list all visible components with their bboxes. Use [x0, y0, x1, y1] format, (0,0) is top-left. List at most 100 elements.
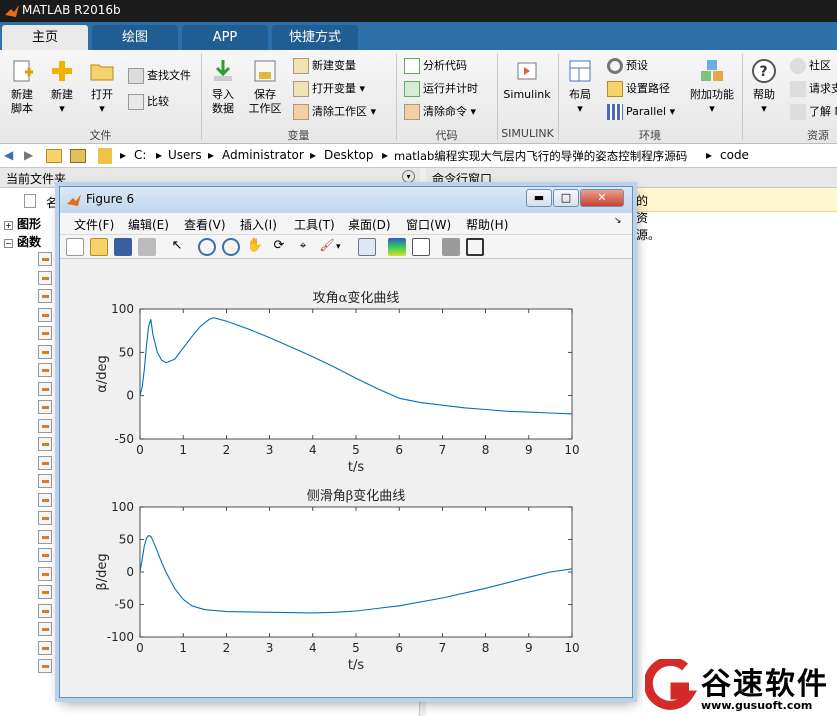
menu-help[interactable]: 帮助(H)	[466, 216, 508, 233]
y-axis-label: α/deg	[95, 355, 110, 392]
import-data-button[interactable]: 导入 数据	[201, 56, 245, 116]
legend-icon[interactable]	[412, 238, 430, 256]
new-button[interactable]: 新建 ▾	[40, 56, 84, 116]
tab-plots[interactable]: 绘图	[92, 25, 178, 50]
minimize-button[interactable]: ▬	[526, 189, 552, 207]
menu-view[interactable]: 查看(V)	[184, 216, 226, 233]
function-file-icon[interactable]	[38, 659, 52, 673]
menu-file[interactable]: 文件(F)	[74, 216, 114, 233]
y-tick-label: 0	[126, 565, 134, 579]
compare-label: 比较	[147, 95, 169, 108]
open-variable-button[interactable]: 打开变量 ▾	[293, 79, 365, 99]
function-file-icon[interactable]	[38, 529, 52, 544]
matlab-logo-icon	[67, 194, 81, 206]
browse-folder-icon[interactable]	[70, 149, 86, 163]
hide-plot-tools-icon[interactable]	[442, 238, 460, 256]
function-file-icon[interactable]	[38, 603, 52, 618]
up-folder-icon[interactable]	[46, 149, 62, 163]
menu-window[interactable]: 窗口(W)	[406, 216, 451, 233]
function-file-icon[interactable]	[38, 566, 52, 581]
show-plot-tools-icon[interactable]	[466, 238, 484, 256]
function-file-icon[interactable]	[38, 437, 52, 451]
plot-area: 0 1 2 3 4 5 6 7 8 9 10 100 50 0 -50 攻角α变化曲线 t/s α/deg 0 1 2 3…	[60, 259, 632, 697]
y-tick-label: -50	[114, 598, 134, 612]
forward-icon[interactable]: ▶	[24, 148, 33, 162]
data-cursor-icon[interactable]: ⌖	[294, 238, 312, 256]
crumb-users[interactable]: Users	[168, 148, 202, 162]
community-button[interactable]: 社区	[790, 56, 831, 76]
maximize-button[interactable]: □	[553, 189, 579, 207]
save-workspace-button[interactable]: 保存 工作区	[243, 56, 287, 116]
function-file-icon[interactable]	[38, 511, 52, 525]
layout-button[interactable]: 布局 ▾	[558, 56, 602, 116]
colorbar-icon[interactable]	[388, 238, 406, 256]
open-button[interactable]: 打开 ▾	[80, 56, 124, 116]
brush-dropdown-icon[interactable]: ▾	[336, 238, 346, 256]
menu-desktop[interactable]: 桌面(D)	[348, 216, 391, 233]
close-button[interactable]: ✕	[580, 189, 624, 207]
help-button[interactable]: ? 帮助 ▾	[742, 56, 786, 116]
new-figure-icon[interactable]	[66, 238, 84, 256]
tab-home[interactable]: 主页	[2, 25, 88, 50]
tab-apps[interactable]: APP	[182, 25, 268, 50]
function-file-icon[interactable]	[38, 622, 52, 636]
function-file-icon[interactable]	[38, 585, 52, 599]
figure-title-bar[interactable]: Figure 6 ▬ □ ✕	[60, 187, 632, 213]
pointer-icon[interactable]: ↖	[168, 238, 186, 256]
save-ws-label-1: 保存	[254, 88, 276, 101]
function-file-icon[interactable]	[38, 289, 52, 303]
crumb-drive[interactable]: C:	[134, 148, 146, 162]
function-file-icon[interactable]	[38, 474, 52, 488]
run-and-time-button[interactable]: 运行并计时	[404, 79, 478, 99]
clear-commands-button[interactable]: 清除命令 ▾	[404, 102, 476, 122]
function-file-icon[interactable]	[38, 270, 52, 285]
simulink-button[interactable]: Simulink	[502, 56, 552, 102]
back-icon[interactable]: ◀	[4, 148, 13, 162]
function-file-icon[interactable]	[38, 363, 52, 377]
menu-tools[interactable]: 工具(T)	[294, 216, 335, 233]
request-support-button[interactable]: 请求支	[790, 79, 837, 99]
crumb-project[interactable]: matlab编程实现大气层内飞行的导弹的姿态控制程序源码	[394, 148, 687, 164]
clear-workspace-button[interactable]: 清除工作区 ▾	[293, 102, 376, 122]
pan-icon[interactable]: ✋	[246, 238, 264, 256]
rotate-3d-icon[interactable]: ⟳	[270, 238, 288, 256]
function-file-icon[interactable]	[38, 640, 52, 655]
menu-insert[interactable]: 插入(I)	[240, 216, 277, 233]
function-file-icon[interactable]	[38, 400, 52, 414]
brush-icon[interactable]: 🖌	[318, 238, 336, 256]
crumb-administrator[interactable]: Administrator	[222, 148, 304, 162]
panel-menu-icon[interactable]: ▾	[402, 170, 415, 183]
menu-edit[interactable]: 编辑(E)	[128, 216, 169, 233]
link-plot-icon[interactable]	[358, 238, 376, 256]
function-file-icon[interactable]	[38, 455, 52, 470]
set-path-button[interactable]: 设置路径	[607, 79, 670, 99]
save-ws-label-2: 工作区	[248, 102, 282, 115]
function-file-icon[interactable]	[38, 307, 52, 322]
find-files-button[interactable]: 查找文件	[128, 66, 191, 86]
dock-arrow-icon[interactable]: ↘	[614, 216, 622, 226]
function-file-icon[interactable]	[38, 492, 52, 507]
compare-button[interactable]: 比较	[128, 92, 169, 112]
function-file-icon[interactable]	[38, 326, 52, 340]
add-ons-button[interactable]: 附加功能 ▾	[688, 56, 736, 116]
function-file-icon[interactable]	[38, 548, 52, 562]
parallel-button[interactable]: Parallel ▾	[607, 102, 675, 122]
preferences-button[interactable]: 预设	[607, 56, 648, 76]
function-file-icon[interactable]	[38, 418, 52, 433]
crumb-desktop[interactable]: Desktop	[324, 148, 374, 162]
y-tick-label: -50	[114, 432, 134, 446]
function-file-icon[interactable]	[38, 381, 52, 396]
function-file-icon[interactable]	[38, 252, 52, 266]
open-file-icon[interactable]	[90, 238, 108, 256]
print-icon[interactable]	[138, 238, 156, 256]
new-variable-button[interactable]: 新建变量	[293, 56, 356, 76]
analyze-code-button[interactable]: 分析代码	[404, 56, 467, 76]
new-script-button[interactable]: 新建 脚本	[0, 56, 44, 116]
function-file-icon[interactable]	[38, 344, 52, 359]
save-icon[interactable]	[114, 238, 132, 256]
learn-matlab-button[interactable]: 了解 M	[790, 102, 837, 122]
zoom-in-icon[interactable]	[198, 238, 216, 256]
crumb-code[interactable]: code	[720, 148, 749, 162]
zoom-out-icon[interactable]	[222, 238, 240, 256]
tab-shortcuts[interactable]: 快捷方式	[272, 25, 358, 50]
